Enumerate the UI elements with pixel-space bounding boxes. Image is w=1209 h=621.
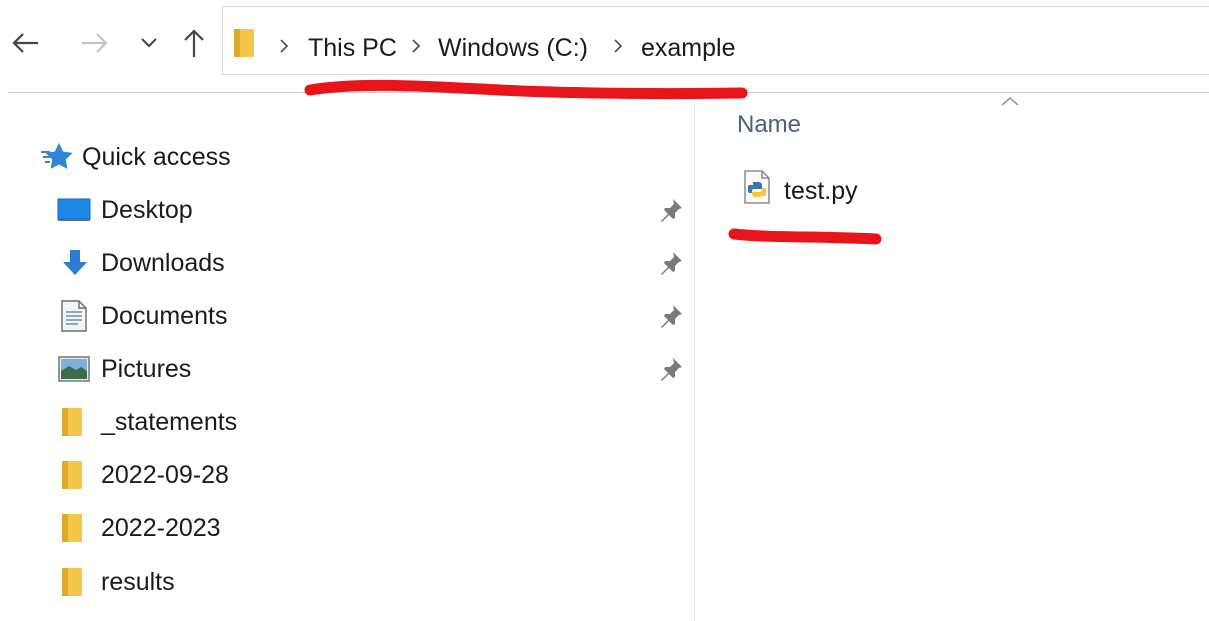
sidebar-item-label: Desktop — [101, 196, 193, 224]
sidebar-item-statements[interactable]: _statements — [0, 399, 694, 445]
sidebar-item-label: Downloads — [101, 249, 225, 277]
recent-locations-button[interactable] — [136, 30, 162, 56]
file-name: test.py — [784, 177, 858, 205]
back-button[interactable] — [8, 26, 44, 60]
document-icon — [61, 300, 87, 337]
breadcrumb-this-pc[interactable]: This PC — [308, 33, 397, 63]
pane-divider[interactable] — [694, 93, 695, 621]
pin-icon[interactable] — [658, 356, 684, 387]
arrow-up-icon — [183, 28, 205, 58]
sidebar-item-label: Quick access — [82, 143, 231, 171]
file-item-test-py[interactable]: test.py — [738, 168, 1038, 212]
star-icon — [40, 142, 74, 175]
pin-icon[interactable] — [658, 303, 684, 334]
sort-ascending-icon — [1001, 93, 1019, 111]
python-file-icon — [744, 170, 770, 209]
download-icon — [60, 248, 90, 283]
pin-icon[interactable] — [658, 250, 684, 281]
chevron-right-icon[interactable] — [613, 38, 623, 59]
sidebar-item-pictures[interactable]: Pictures — [0, 346, 694, 392]
sidebar-item-desktop[interactable]: Desktop — [0, 187, 694, 233]
chevron-right-icon[interactable] — [279, 38, 289, 59]
sidebar-item-label: 2022-2023 — [101, 514, 221, 542]
sidebar-item-quick-access[interactable]: Quick access — [0, 134, 694, 180]
sidebar-item-results[interactable]: results — [0, 559, 694, 605]
folder-icon — [61, 459, 83, 496]
sidebar-item-label: _statements — [101, 408, 238, 436]
folder-icon — [61, 406, 83, 443]
chevron-right-icon[interactable] — [411, 38, 421, 59]
address-bar[interactable]: This PC Windows (C:) example — [222, 6, 1209, 75]
sidebar-item-2022-09-28[interactable]: 2022-09-28 — [0, 452, 694, 498]
sidebar-item-label: Pictures — [101, 355, 192, 383]
toolbar-divider — [8, 92, 1209, 93]
sidebar-item-label: 2022-09-28 — [101, 461, 229, 489]
breadcrumb-example[interactable]: example — [641, 33, 736, 63]
arrow-left-icon — [12, 32, 40, 54]
pin-icon[interactable] — [658, 197, 684, 228]
forward-button[interactable] — [76, 26, 112, 60]
folder-icon — [61, 566, 83, 603]
sidebar-item-label: Documents — [101, 302, 228, 330]
pictures-icon — [58, 356, 90, 387]
sidebar-item-documents[interactable]: Documents — [0, 293, 694, 339]
breadcrumb-windows-c[interactable]: Windows (C:) — [438, 33, 588, 63]
sidebar-item-downloads[interactable]: Downloads — [0, 240, 694, 286]
chevron-down-icon — [141, 38, 157, 48]
column-header-name[interactable]: Name — [737, 110, 801, 140]
up-button[interactable] — [178, 24, 210, 62]
sidebar-item-label: results — [101, 568, 175, 596]
arrow-right-icon — [80, 32, 108, 54]
desktop-icon — [57, 198, 91, 227]
sidebar-item-2022-2023[interactable]: 2022-2023 — [0, 505, 694, 551]
folder-icon — [233, 27, 255, 64]
file-underline — [728, 228, 882, 245]
folder-icon — [61, 512, 83, 549]
